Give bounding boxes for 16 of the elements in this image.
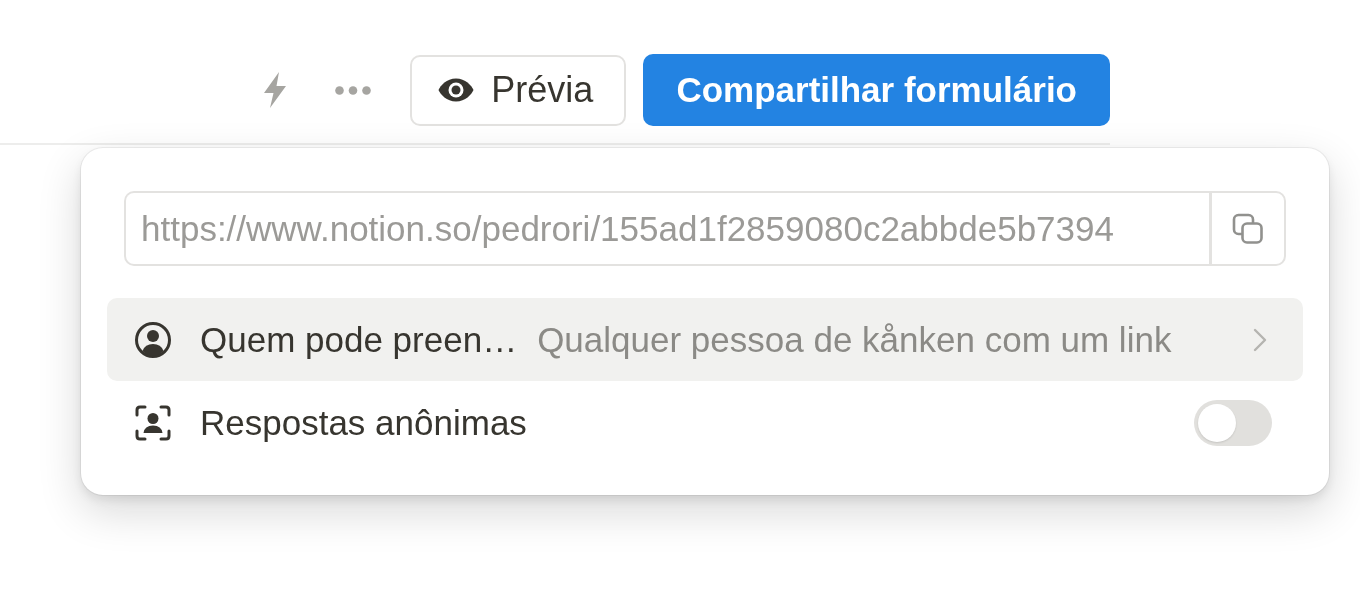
setting-label: Respostas anônimas — [200, 402, 527, 443]
person-frame-icon — [134, 403, 172, 442]
copy-button[interactable] — [1209, 191, 1286, 266]
more-icon[interactable] — [335, 85, 372, 95]
eye-icon — [438, 78, 475, 102]
setting-row[interactable]: Respostas anônimas — [107, 381, 1303, 464]
setting-value: Qualquer pessoa de kånken com um link — [537, 319, 1172, 360]
copy-icon — [1232, 212, 1264, 245]
lightning-icon[interactable] — [263, 72, 288, 108]
setting-row[interactable]: Quem pode preen… Qualquer pessoa de kånken com um link — [107, 298, 1303, 381]
setting-label: Quem pode preen… — [200, 319, 518, 360]
person-circle-icon — [134, 320, 172, 359]
chevron-right-icon — [1253, 327, 1267, 352]
toggle-switch[interactable] — [1194, 399, 1272, 446]
share-button[interactable]: Compartilhar formulário — [643, 54, 1110, 126]
preview-button[interactable]: Prévia — [410, 54, 627, 126]
